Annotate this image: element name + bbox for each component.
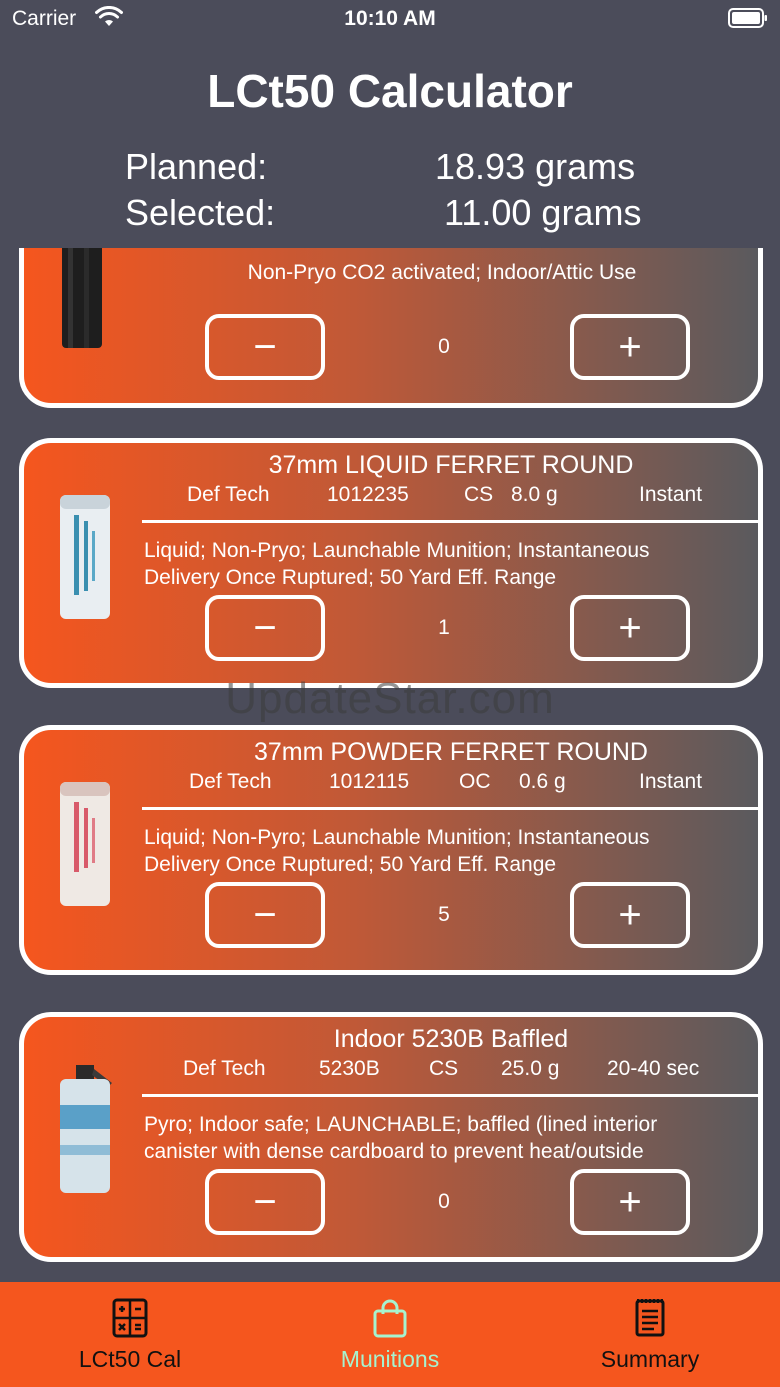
manufacturer: Def Tech [189,770,272,793]
munition-card: Non-Pryo CO2 activated; Indoor/Attic Use… [19,248,763,408]
delivery-time: Instant [639,483,703,506]
munition-specs: Def Tech 1012235 CS 8.0 g Instant [144,483,758,509]
shopping-bag-icon [373,1299,407,1338]
document-list-icon [635,1299,665,1337]
selected-label: Selected: [125,192,276,233]
munition-title: 37mm POWDER FERRET ROUND [253,738,648,766]
divider [142,1094,758,1097]
decrease-button[interactable]: − [205,1169,325,1235]
munition-specs: Def Tech 1012115 OC 0.6 g Instant [144,770,758,796]
page-title: LCt50 Calculator [207,65,573,117]
munition-specs: Def Tech 5230B CS 25.0 g 20-40 sec [144,1057,758,1083]
munition-card: 37mm POWDER FERRET ROUND Def Tech 101211… [19,725,763,975]
planned-label: Planned: [125,146,268,187]
delivery-time: Instant [639,770,703,793]
increase-button[interactable]: + [570,314,690,380]
munition-description: Liquid; Non-Pyro; Launchable Munition; I… [144,826,650,876]
manufacturer: Def Tech [183,1057,266,1080]
munition-title: Indoor 5230B Baffled [333,1025,569,1053]
agent-amount: 8.0 g [511,483,558,506]
munition-image [60,1065,112,1193]
decrease-button[interactable]: − [205,882,325,948]
planned-value: 18.93 grams [435,146,636,187]
agent-type: CS [429,1057,459,1080]
munition-title: 37mm LIQUID FERRET ROUND [268,451,634,479]
tab-munitions[interactable]: Munitions [260,1282,520,1387]
manufacturer: Def Tech [187,483,270,506]
agent-type: CS [464,483,494,506]
tab-label: Munitions [340,1346,440,1372]
selected-value: 11.00 grams [444,192,642,233]
increase-button[interactable]: + [570,1169,690,1235]
munition-card: Indoor 5230B Baffled Def Tech 5230B CS 2… [19,1012,763,1262]
tab-label: Summary [600,1346,700,1372]
quantity-value: 1 [438,616,450,639]
part-number: 1012115 [329,770,410,793]
decrease-button[interactable]: − [205,595,325,661]
quantity-value: 0 [438,1190,450,1213]
agent-amount: 0.6 g [519,770,566,793]
munition-card: 37mm LIQUID FERRET ROUND Def Tech 101223… [19,438,763,688]
part-number: 1012235 [327,483,409,506]
divider [142,520,758,523]
agent-amount: 25.0 g [501,1057,560,1080]
quantity-value: 0 [438,335,450,358]
clock: 10:10 AM [344,7,436,30]
tab-label: LCt50 Cal [78,1346,182,1372]
munition-image [60,495,110,619]
increase-button[interactable]: + [570,882,690,948]
delivery-time: 20-40 sec [607,1057,700,1080]
divider [142,807,758,810]
agent-type: OC [459,770,491,793]
decrease-button[interactable]: − [205,314,325,380]
increase-button[interactable]: + [570,595,690,661]
munition-description: Liquid; Non-Pryo; Launchable Munition; I… [144,539,650,589]
status-bar: Carrier 10:10 AM [0,0,780,40]
part-number: 5230B [319,1057,380,1080]
munitions-list[interactable]: Non-Pryo CO2 activated; Indoor/Attic Use… [0,248,780,1282]
battery-icon [728,8,767,28]
calculator-icon [112,1298,148,1338]
tab-lct50-cal[interactable]: LCt50 Cal [0,1282,260,1387]
quantity-value: 5 [438,903,450,926]
munition-description: Non-Pryo CO2 activated; Indoor/Attic Use [247,261,637,284]
munition-description: Pyro; Indoor safe; LAUNCHABLE; baffled (… [144,1113,658,1163]
tab-bar: LCt50 Cal Munitions Summary [0,1282,780,1387]
tab-summary[interactable]: Summary [520,1282,780,1387]
munition-image [62,248,102,348]
munition-image [60,782,110,906]
